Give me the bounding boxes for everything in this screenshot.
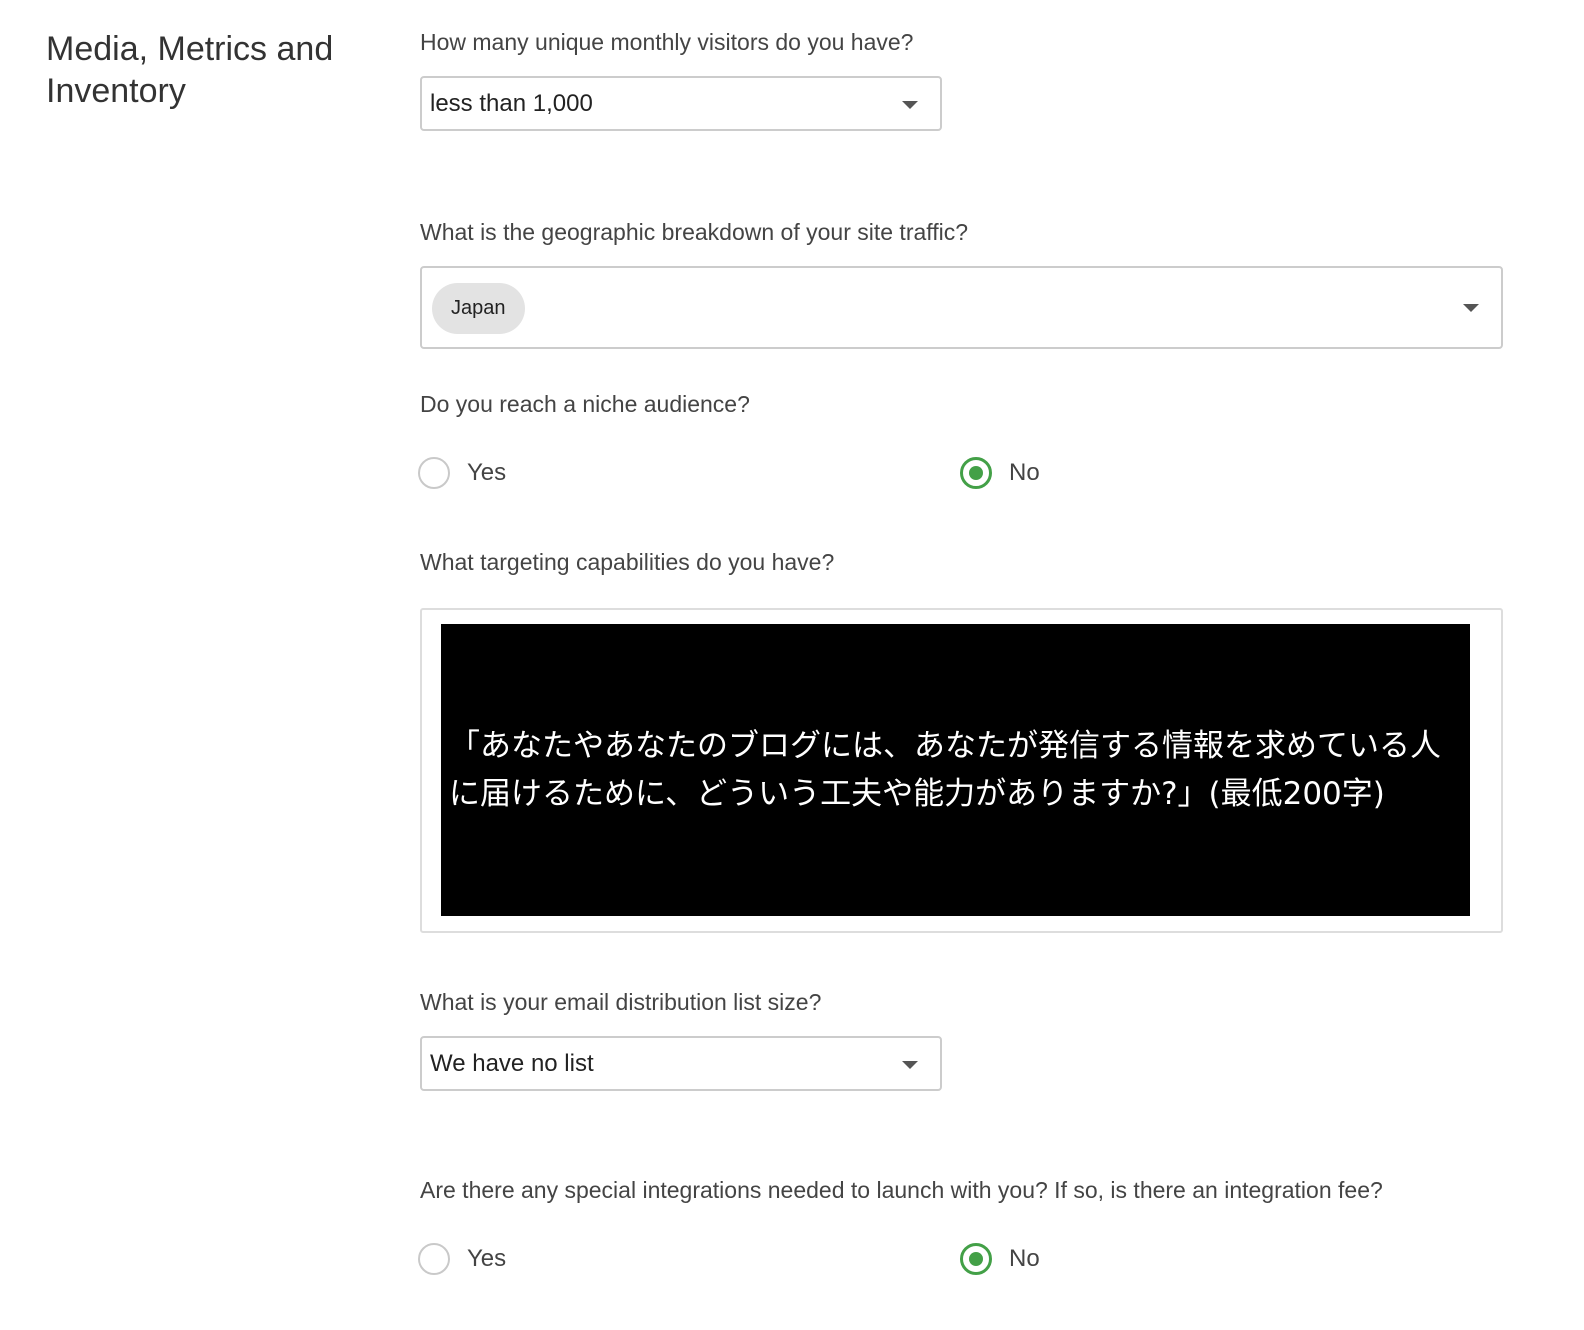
radio-unchecked-icon	[418, 1243, 450, 1275]
section-title: Media, Metrics and Inventory	[46, 30, 334, 110]
integrations-radio-no-label: No	[1009, 1245, 1040, 1272]
niche-radio-no[interactable]: No	[960, 456, 1040, 490]
radio-checked-icon	[960, 1243, 992, 1275]
niche-radio-yes-label: Yes	[467, 459, 507, 486]
integrations-radio-yes-label: Yes	[467, 1245, 507, 1272]
caret-down-icon	[902, 1061, 918, 1069]
radio-unchecked-icon	[418, 457, 450, 489]
targeting-label: What targeting capabilities do you have?	[420, 549, 835, 575]
targeting-textarea[interactable]: 「あなたやあなたのブログには、あなたが発信する情報を求めている人に届けるために、…	[420, 608, 1503, 933]
niche-radio-no-label: No	[1009, 459, 1040, 486]
embedded-image-text: 「あなたやあなたのブログには、あなたが発信する情報を求めている人に届けるために、…	[449, 728, 1441, 812]
email-list-select-value: We have no list	[430, 1050, 594, 1077]
form-page: Media, Metrics and Inventory How many un…	[0, 0, 1584, 1330]
email-list-select[interactable]: We have no list	[420, 1036, 942, 1091]
geography-chip[interactable]: Japan	[432, 283, 525, 334]
geography-label: What is the geographic breakdown of your…	[420, 219, 969, 245]
visitors-select[interactable]: less than 1,000	[420, 76, 942, 131]
integrations-label: Are there any special integrations neede…	[420, 1177, 1383, 1203]
caret-down-icon	[902, 101, 918, 109]
embedded-text-image: 「あなたやあなたのブログには、あなたが発信する情報を求めている人に届けるために、…	[441, 624, 1470, 916]
email-list-label: What is your email distribution list siz…	[420, 989, 822, 1015]
integrations-radio-yes[interactable]: Yes	[418, 1242, 506, 1276]
caret-down-icon	[1463, 304, 1479, 312]
niche-label: Do you reach a niche audience?	[420, 391, 750, 417]
geography-multiselect[interactable]: Japan	[420, 266, 1503, 349]
visitors-label: How many unique monthly visitors do you …	[420, 29, 914, 55]
integrations-radio-no[interactable]: No	[960, 1242, 1040, 1276]
radio-checked-icon	[960, 457, 992, 489]
niche-radio-yes[interactable]: Yes	[418, 456, 506, 490]
visitors-select-value: less than 1,000	[430, 90, 593, 117]
